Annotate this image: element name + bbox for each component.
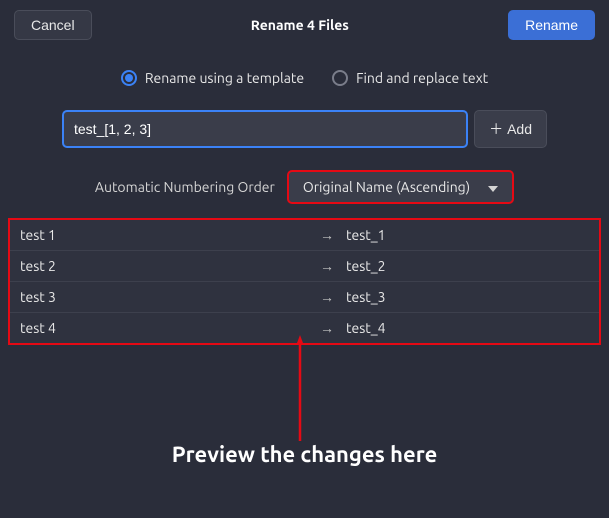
preview-old-name: test 4 [20,320,320,336]
arrow-right-icon: → [320,320,346,336]
template-row: ＋Add [0,110,609,148]
dialog-title: Rename 4 Files [251,17,349,33]
preview-row: test 4→test_4 [10,313,599,343]
preview-row: test 3→test_3 [10,282,599,313]
preview-old-name: test 2 [20,258,320,274]
rename-button[interactable]: Rename [508,10,595,40]
annotation-text: Preview the changes here [0,442,609,467]
add-button[interactable]: ＋Add [474,110,547,148]
cancel-button[interactable]: Cancel [14,10,92,40]
order-dropdown[interactable]: Original Name (Ascending) [287,170,514,204]
plus-icon: ＋ [489,119,503,139]
radio-template-label: Rename using a template [145,70,304,86]
preview-list: test 1→test_1test 2→test_2test 3→test_3t… [8,218,601,345]
template-input[interactable] [62,110,468,148]
preview-old-name: test 1 [20,227,320,243]
annotation-arrow-icon [297,335,303,441]
preview-new-name: test_3 [346,289,589,305]
add-button-label: Add [507,121,532,137]
radio-indicator-icon [121,70,137,86]
preview-row: test 1→test_1 [10,220,599,251]
preview-new-name: test_2 [346,258,589,274]
arrow-right-icon: → [320,227,346,243]
preview-new-name: test_4 [346,320,589,336]
radio-find-replace[interactable]: Find and replace text [332,70,488,86]
radio-template[interactable]: Rename using a template [121,70,304,86]
mode-radio-group: Rename using a template Find and replace… [0,70,609,86]
preview-new-name: test_1 [346,227,589,243]
radio-find-replace-label: Find and replace text [356,70,488,86]
radio-indicator-icon [332,70,348,86]
dialog-header: Cancel Rename 4 Files Rename [0,0,609,50]
order-label: Automatic Numbering Order [95,179,275,195]
order-row: Automatic Numbering Order Original Name … [0,170,609,204]
chevron-down-icon [488,179,498,195]
preview-row: test 2→test_2 [10,251,599,282]
arrow-right-icon: → [320,289,346,305]
preview-old-name: test 3 [20,289,320,305]
order-dropdown-value: Original Name (Ascending) [303,179,470,195]
arrow-right-icon: → [320,258,346,274]
